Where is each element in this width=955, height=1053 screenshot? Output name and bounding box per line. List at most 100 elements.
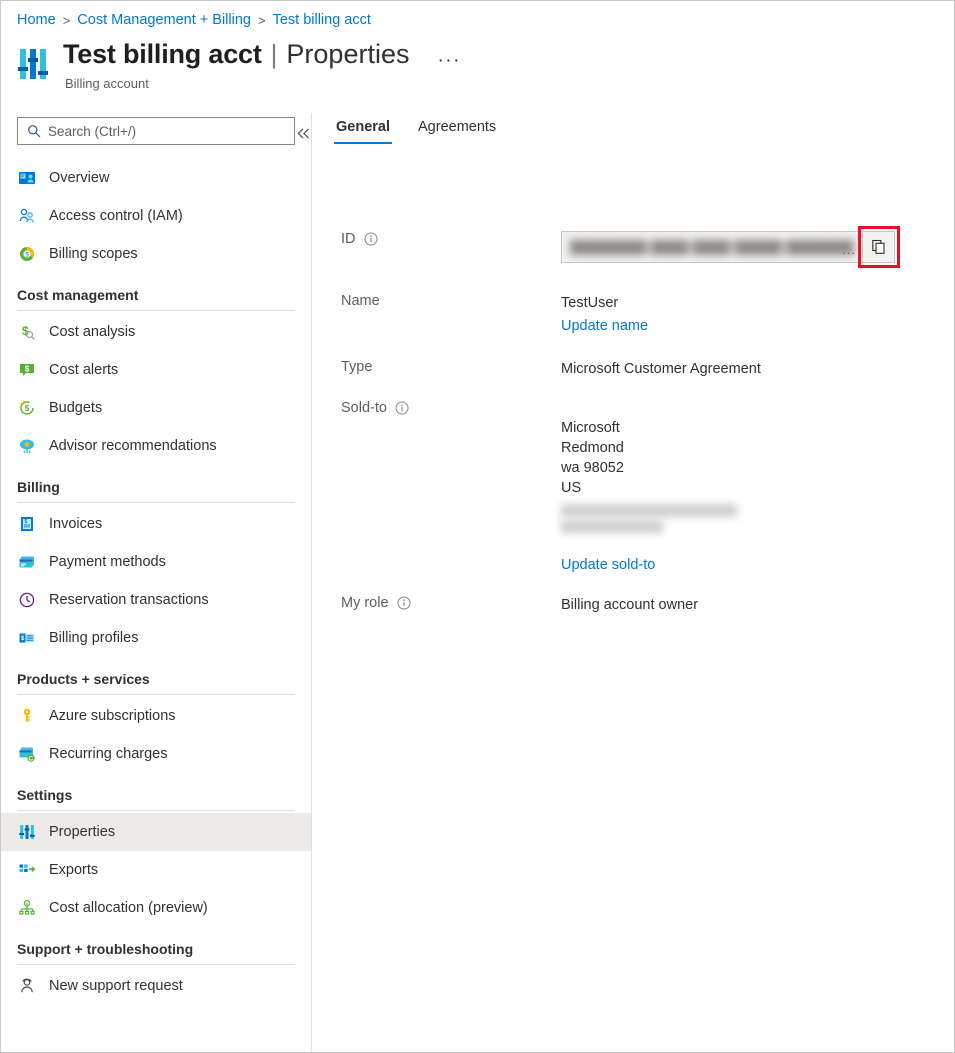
my-role-value: Billing account owner: [561, 597, 699, 613]
copy-icon: [871, 239, 885, 254]
page-subtitle: Properties: [286, 39, 410, 69]
sidebar-group-items: Azure subscriptions Recurring charges: [1, 697, 311, 773]
divider: [17, 502, 295, 503]
id-redacted-value: ████████ ████ ████ █████ ██████████: [570, 239, 854, 255]
page-title-row: Test billing acct | Properties ··· Billi…: [17, 39, 467, 91]
sidebar-item-label: Payment methods: [49, 554, 166, 570]
property-value-name: TestUser Update name: [561, 293, 954, 334]
sidebar-group-title: Cost management: [17, 287, 139, 303]
property-label: ID: [341, 231, 356, 247]
sidebar-item-label: Access control (IAM): [49, 208, 183, 224]
sidebar-item-label: Advisor recommendations: [49, 438, 217, 454]
sidebar-item-cost-alerts[interactable]: $ Cost alerts: [1, 351, 311, 389]
sidebar: Overview Access control (IAM): [1, 113, 312, 1052]
sidebar-group-items: $ Invoices Payment methods Reservation t…: [1, 505, 311, 657]
sidebar-item-label: Exports: [49, 862, 99, 878]
sidebar-item-label: Billing scopes: [49, 246, 138, 262]
update-sold-to-link[interactable]: Update sold-to: [561, 557, 655, 573]
property-row-type: Type Microsoft Customer Agreement: [313, 359, 954, 379]
search-input[interactable]: [48, 119, 294, 143]
property-label: My role: [341, 595, 389, 611]
sidebar-item-payment-methods[interactable]: Payment methods: [1, 543, 311, 581]
sold-to-line: US: [561, 480, 582, 496]
sidebar-item-label: Overview: [49, 170, 110, 186]
sidebar-item-properties[interactable]: Properties: [1, 813, 311, 851]
divider: [17, 694, 295, 695]
sidebar-item-access-control[interactable]: Access control (IAM): [1, 197, 311, 235]
billing-scopes-icon: $: [17, 244, 37, 264]
sidebar-group-products-services: Products + services: [1, 657, 311, 695]
copy-id-button[interactable]: [863, 231, 895, 263]
search-icon: [27, 124, 41, 138]
clock-icon: [17, 590, 37, 610]
sidebar-group-items: $ Cost analysis $ Cost alerts $ Budgets …: [1, 313, 311, 465]
info-icon[interactable]: [395, 401, 409, 419]
id-field-group: ████████ ████ ████ █████ ██████████ ...: [561, 226, 900, 268]
sidebar-item-advisor-recommendations[interactable]: Advisor recommendations: [1, 427, 311, 465]
divider: [17, 310, 295, 311]
property-row-my-role: My role Billing account owner: [313, 595, 954, 615]
sidebar-item-invoices[interactable]: $ Invoices: [1, 505, 311, 543]
sidebar-item-overview[interactable]: Overview: [1, 159, 311, 197]
property-row-sold-to: Sold-to Microsoft Redmond wa 98052 US Up…: [313, 400, 954, 573]
sidebar-group-billing: Billing: [1, 465, 311, 503]
name-value: TestUser: [561, 295, 619, 311]
sidebar-item-label: Budgets: [49, 400, 103, 416]
divider: [17, 964, 295, 965]
cost-alerts-icon: $: [17, 360, 37, 380]
budgets-icon: $: [17, 398, 37, 418]
sold-to-redacted-line: [561, 520, 663, 533]
advisor-icon: [17, 436, 37, 456]
breadcrumb-item-cost-management-billing[interactable]: Cost Management + Billing: [77, 12, 251, 28]
id-readonly-input[interactable]: ████████ ████ ████ █████ ██████████ ...: [561, 231, 863, 263]
update-name-link[interactable]: Update name: [561, 318, 648, 334]
property-row-name: Name TestUser Update name: [313, 293, 954, 334]
sidebar-item-label: Cost allocation (preview): [49, 900, 208, 916]
search-box[interactable]: [17, 117, 295, 145]
sidebar-item-cost-analysis[interactable]: $ Cost analysis: [1, 313, 311, 351]
tab-general[interactable]: General: [326, 113, 400, 144]
property-value-my-role: Billing account owner: [561, 595, 954, 615]
properties-sliders-icon: [17, 822, 37, 842]
sidebar-item-recurring-charges[interactable]: Recurring charges: [1, 735, 311, 773]
page-title: Test billing acct: [63, 39, 262, 69]
breadcrumb-separator-icon: >: [257, 12, 266, 28]
property-label-wrap: Name: [313, 293, 561, 334]
svg-text:$: $: [25, 365, 30, 374]
sidebar-item-label: Properties: [49, 824, 116, 840]
breadcrumb-item-home[interactable]: Home: [17, 12, 56, 28]
sold-to-line: wa 98052: [561, 460, 624, 476]
chevron-double-left-icon[interactable]: [288, 117, 318, 149]
property-value-id: ████████ ████ ████ █████ ██████████ ...: [561, 226, 954, 268]
sidebar-item-budgets[interactable]: $ Budgets: [1, 389, 311, 427]
sidebar-group-items: New support request: [1, 967, 311, 1005]
sidebar-item-azure-subscriptions[interactable]: Azure subscriptions: [1, 697, 311, 735]
sidebar-item-new-support-request[interactable]: New support request: [1, 967, 311, 1005]
property-label-wrap: My role: [313, 595, 561, 615]
property-row-id: ID ████████ ████ ████ █████ ██████████ .…: [313, 226, 954, 268]
more-options-button[interactable]: ···: [431, 47, 466, 74]
property-label: Name: [341, 293, 380, 309]
page-caption: Billing account: [65, 76, 149, 91]
id-overflow-indicator: ...: [842, 242, 856, 257]
sidebar-group-support-troubleshooting: Support + troubleshooting: [1, 927, 311, 965]
sidebar-item-label: Cost analysis: [49, 324, 136, 340]
breadcrumb-item-test-billing-acct[interactable]: Test billing acct: [273, 12, 371, 28]
azure-portal-blade: Home > Cost Management + Billing > Test …: [0, 0, 955, 1053]
sidebar-item-reservation-transactions[interactable]: Reservation transactions: [1, 581, 311, 619]
property-value-type: Microsoft Customer Agreement: [561, 359, 954, 379]
cost-allocation-icon: $: [17, 898, 37, 918]
info-icon[interactable]: [364, 232, 378, 250]
sidebar-top-items: Overview Access control (IAM) $ Billing …: [1, 159, 311, 273]
credit-card-icon: [17, 552, 37, 572]
sidebar-item-billing-profiles[interactable]: $ Billing profiles: [1, 619, 311, 657]
sidebar-item-exports[interactable]: Exports: [1, 851, 311, 889]
info-icon[interactable]: [397, 596, 411, 614]
sidebar-item-billing-scopes[interactable]: $ Billing scopes: [1, 235, 311, 273]
tab-agreements[interactable]: Agreements: [408, 113, 506, 144]
sidebar-item-cost-allocation[interactable]: $ Cost allocation (preview): [1, 889, 311, 927]
title-separator: |: [270, 39, 278, 69]
sidebar-item-label: Cost alerts: [49, 362, 119, 378]
breadcrumb: Home > Cost Management + Billing > Test …: [17, 10, 371, 30]
exports-icon: [17, 860, 37, 880]
